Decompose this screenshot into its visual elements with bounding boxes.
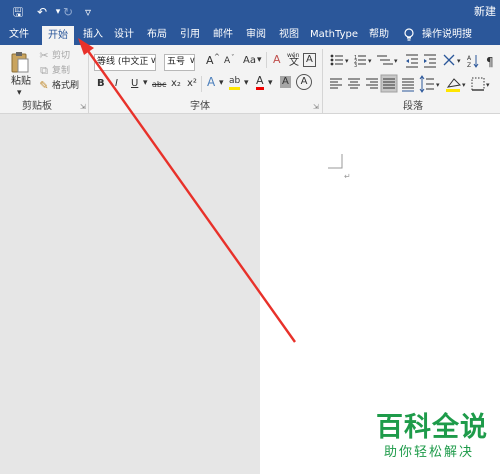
watermark-subtitle: 助你轻松解决 — [384, 445, 475, 460]
watermark-title: 百科全说 — [376, 412, 488, 443]
annotation-arrow — [78, 38, 296, 343]
